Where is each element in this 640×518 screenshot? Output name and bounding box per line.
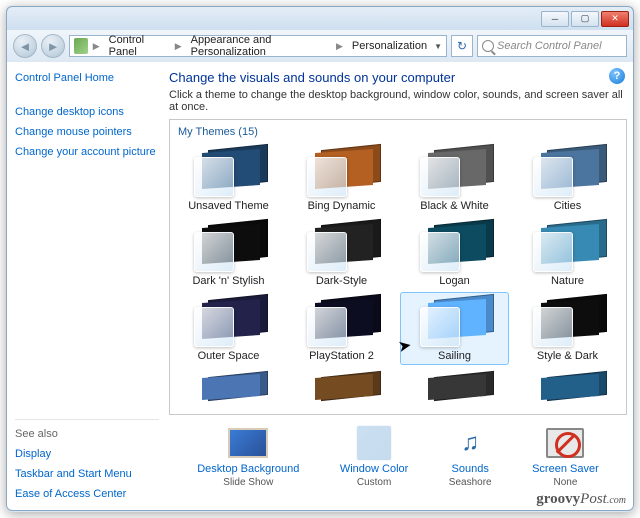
search-placeholder: Search Control Panel bbox=[497, 40, 602, 52]
screen-saver-link[interactable]: Screen Saver None bbox=[532, 425, 599, 488]
seealso-link[interactable]: Taskbar and Start Menu bbox=[15, 468, 159, 480]
themes-group-header: My Themes (15) bbox=[170, 120, 626, 140]
theme-label: Sailing bbox=[438, 350, 471, 362]
seealso-link[interactable]: Display bbox=[15, 448, 159, 460]
screen-saver-icon bbox=[546, 428, 584, 458]
search-icon bbox=[482, 40, 494, 52]
theme-label: Dark-Style bbox=[316, 275, 367, 287]
forward-button[interactable]: ► bbox=[41, 34, 65, 58]
window-color-icon bbox=[356, 425, 392, 461]
see-also-label: See also bbox=[15, 419, 159, 440]
theme-item[interactable] bbox=[513, 369, 622, 404]
theme-label: PlayStation 2 bbox=[309, 350, 374, 362]
theme-item[interactable]: Nature bbox=[513, 217, 622, 290]
theme-label: Style & Dark bbox=[537, 350, 598, 362]
page-description: Click a theme to change the desktop back… bbox=[169, 89, 627, 113]
theme-label: Outer Space bbox=[198, 350, 260, 362]
theme-label: Dark 'n' Stylish bbox=[192, 275, 264, 287]
sounds-link[interactable]: ♫ Sounds Seashore bbox=[449, 425, 492, 488]
theme-thumb bbox=[303, 222, 381, 272]
desktop-background-link[interactable]: Desktop Background Slide Show bbox=[197, 425, 299, 488]
close-button[interactable]: ✕ bbox=[601, 11, 629, 27]
seealso-link[interactable]: Ease of Access Center bbox=[15, 488, 159, 500]
breadcrumb[interactable]: Control Panel bbox=[105, 33, 170, 59]
theme-label: Logan bbox=[439, 275, 470, 287]
theme-label: Cities bbox=[554, 200, 582, 212]
page-title: Change the visuals and sounds on your co… bbox=[169, 70, 627, 85]
theme-item[interactable]: Logan bbox=[400, 217, 509, 290]
theme-thumb bbox=[416, 147, 494, 197]
refresh-button[interactable]: ↻ bbox=[451, 35, 473, 57]
theme-item[interactable] bbox=[400, 369, 509, 404]
theme-thumb bbox=[416, 222, 494, 272]
breadcrumb[interactable]: Appearance and Personalization bbox=[187, 33, 331, 59]
theme-thumb bbox=[529, 297, 607, 347]
help-icon[interactable]: ? bbox=[609, 68, 625, 84]
window-color-link[interactable]: Window Color Custom bbox=[340, 425, 408, 488]
chevron-right-icon: ▶ bbox=[334, 41, 345, 52]
address-bar[interactable]: ▶ Control Panel ▶ Appearance and Persona… bbox=[69, 35, 447, 57]
sounds-icon: ♫ bbox=[450, 425, 490, 461]
theme-thumb bbox=[529, 147, 607, 197]
theme-item[interactable]: PlayStation 2 bbox=[287, 292, 396, 365]
breadcrumb[interactable]: Personalization bbox=[348, 39, 431, 53]
chevron-down-icon[interactable]: ▼ bbox=[434, 42, 446, 51]
theme-item[interactable]: Black & White bbox=[400, 142, 509, 215]
chevron-right-icon: ▶ bbox=[173, 41, 184, 52]
theme-item[interactable]: Dark-Style bbox=[287, 217, 396, 290]
control-panel-home-link[interactable]: Control Panel Home bbox=[15, 72, 159, 84]
theme-thumb bbox=[416, 297, 494, 347]
theme-label: Black & White bbox=[420, 200, 488, 212]
control-panel-icon bbox=[74, 38, 88, 54]
back-button[interactable]: ◄ bbox=[13, 34, 37, 58]
theme-item[interactable]: Unsaved Theme bbox=[174, 142, 283, 215]
theme-thumb bbox=[303, 297, 381, 347]
sidebar-link[interactable]: Change mouse pointers bbox=[15, 126, 159, 138]
theme-thumb bbox=[303, 147, 381, 197]
theme-thumb bbox=[190, 147, 268, 197]
theme-thumb bbox=[190, 222, 268, 272]
main-pane: ? Change the visuals and sounds on your … bbox=[167, 62, 633, 510]
theme-label: Unsaved Theme bbox=[188, 200, 269, 212]
watermark: groovyPost.com bbox=[536, 491, 626, 508]
minimize-button[interactable]: ─ bbox=[541, 11, 569, 27]
search-input[interactable]: Search Control Panel bbox=[477, 35, 627, 57]
sidebar-link[interactable]: Change desktop icons bbox=[15, 106, 159, 118]
theme-thumb bbox=[529, 222, 607, 272]
theme-item[interactable] bbox=[174, 369, 283, 404]
theme-item[interactable]: Sailing bbox=[400, 292, 509, 365]
theme-label: Bing Dynamic bbox=[308, 200, 376, 212]
themes-box[interactable]: My Themes (15) Unsaved Theme Bing Dynami… bbox=[169, 119, 627, 415]
theme-item[interactable]: Style & Dark bbox=[513, 292, 622, 365]
theme-item[interactable]: Outer Space bbox=[174, 292, 283, 365]
theme-thumb bbox=[190, 297, 268, 347]
theme-item[interactable]: Bing Dynamic bbox=[287, 142, 396, 215]
sidebar-link[interactable]: Change your account picture bbox=[15, 146, 159, 158]
theme-label: Nature bbox=[551, 275, 584, 287]
nav-row: ◄ ► ▶ Control Panel ▶ Appearance and Per… bbox=[6, 30, 634, 62]
desktop-background-icon bbox=[228, 428, 268, 458]
theme-item[interactable]: Dark 'n' Stylish bbox=[174, 217, 283, 290]
chevron-right-icon: ▶ bbox=[91, 41, 102, 52]
theme-item[interactable]: Cities bbox=[513, 142, 622, 215]
theme-item[interactable] bbox=[287, 369, 396, 404]
bottom-row: Desktop Background Slide Show Window Col… bbox=[169, 415, 627, 490]
maximize-button[interactable]: ▢ bbox=[571, 11, 599, 27]
sidebar: Control Panel Home Change desktop icons … bbox=[7, 62, 167, 510]
titlebar: ─ ▢ ✕ bbox=[6, 6, 634, 30]
